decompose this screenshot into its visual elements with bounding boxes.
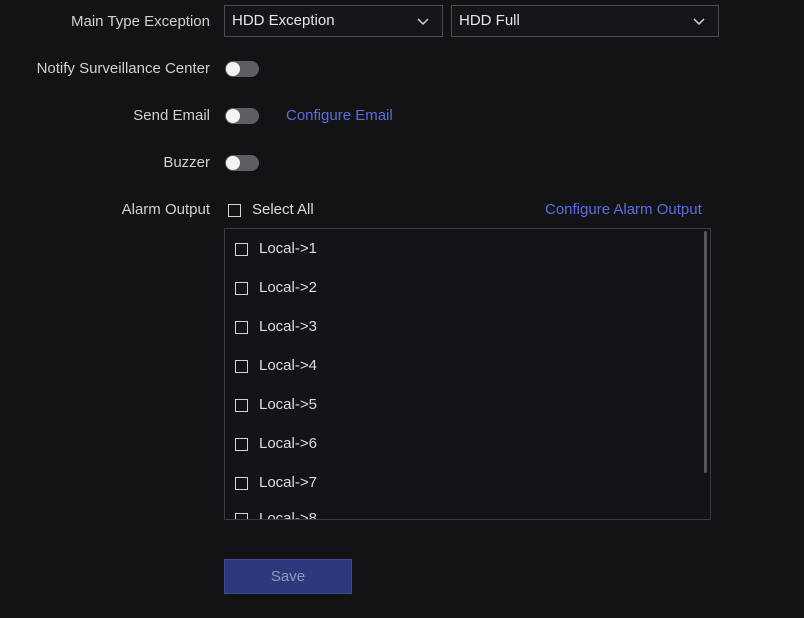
chevron-down-icon xyxy=(417,18,429,26)
exception-settings-form: Main Type Exception HDD Exception HDD Fu… xyxy=(0,0,804,618)
list-item[interactable]: Local->5 xyxy=(235,396,317,414)
list-item-label: Local->7 xyxy=(259,474,317,491)
list-item[interactable]: Local->3 xyxy=(235,318,317,336)
send-email-toggle[interactable] xyxy=(225,108,259,124)
save-button[interactable]: Save xyxy=(224,559,352,594)
list-item-label: Local->8 xyxy=(259,510,317,520)
chevron-down-icon xyxy=(693,18,705,26)
checkbox-box[interactable] xyxy=(235,281,248,295)
alarm-output-list[interactable]: Local->1 Local->2 Local->3 Local->4 Loca… xyxy=(224,228,711,520)
list-item-label: Local->3 xyxy=(259,318,317,335)
sub-type-value: HDD Full xyxy=(459,12,520,29)
main-type-value: HDD Exception xyxy=(232,12,335,29)
toggle-knob xyxy=(226,62,240,76)
send-email-label: Send Email xyxy=(133,107,210,124)
list-item[interactable]: Local->4 xyxy=(235,357,317,375)
sub-type-select[interactable]: HDD Full xyxy=(451,5,719,37)
list-item[interactable]: Local->2 xyxy=(235,279,317,297)
checkbox-box[interactable] xyxy=(235,242,248,256)
list-item-label: Local->1 xyxy=(259,240,317,257)
checkbox-box[interactable] xyxy=(235,512,248,519)
configure-alarm-output-link[interactable]: Configure Alarm Output xyxy=(545,201,702,219)
list-item-label: Local->4 xyxy=(259,357,317,374)
main-type-select[interactable]: HDD Exception xyxy=(224,5,443,37)
list-item[interactable]: Local->8 xyxy=(235,510,317,520)
notify-center-toggle[interactable] xyxy=(225,61,259,77)
list-item[interactable]: Local->7 xyxy=(235,474,317,492)
select-all-checkbox[interactable]: Select All xyxy=(228,201,314,219)
checkbox-box[interactable] xyxy=(235,476,248,490)
main-type-label: Main Type Exception xyxy=(71,13,210,30)
list-item[interactable]: Local->6 xyxy=(235,435,317,453)
list-item-label: Local->5 xyxy=(259,396,317,413)
checkbox-box[interactable] xyxy=(228,203,241,217)
toggle-knob xyxy=(226,156,240,170)
checkbox-box[interactable] xyxy=(235,437,248,451)
list-item-label: Local->6 xyxy=(259,435,317,452)
configure-email-link[interactable]: Configure Email xyxy=(286,107,393,125)
checkbox-box[interactable] xyxy=(235,398,248,412)
checkbox-box[interactable] xyxy=(235,359,248,373)
select-all-label: Select All xyxy=(252,201,314,218)
list-item-label: Local->2 xyxy=(259,279,317,296)
buzzer-label: Buzzer xyxy=(163,154,210,171)
list-scrollbar[interactable] xyxy=(704,231,707,473)
alarm-output-label: Alarm Output xyxy=(121,201,210,218)
list-item[interactable]: Local->1 xyxy=(235,240,317,258)
buzzer-toggle[interactable] xyxy=(225,155,259,171)
checkbox-box[interactable] xyxy=(235,320,248,334)
notify-center-label: Notify Surveillance Center xyxy=(36,60,210,77)
toggle-knob xyxy=(226,109,240,123)
